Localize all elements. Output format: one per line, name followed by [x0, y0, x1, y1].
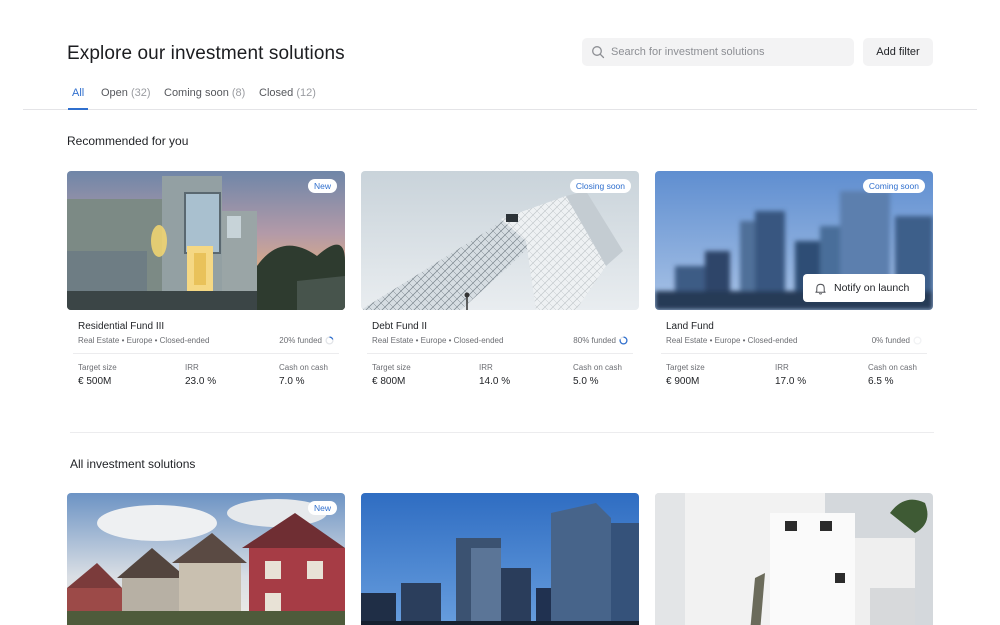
funded-text: 20% funded	[279, 336, 322, 345]
metric-label: Cash on cash	[868, 363, 917, 372]
tab-label: Coming soon	[164, 87, 229, 99]
metric-label: Target size	[666, 363, 705, 372]
page-title: Explore our investment solutions	[67, 43, 345, 64]
tab-all[interactable]: All	[67, 87, 89, 110]
section-divider	[70, 432, 934, 433]
fund-image	[655, 493, 933, 625]
notify-label: Notify on launch	[834, 282, 910, 294]
tab-label: Open	[101, 87, 128, 99]
status-badge: New	[307, 179, 337, 193]
funded-text: 80% funded	[573, 336, 616, 345]
tab-count: (12)	[296, 87, 316, 99]
funded-text: 0% funded	[871, 336, 910, 345]
fund-name: Residential Fund III	[78, 321, 165, 332]
fund-image: New	[67, 493, 345, 625]
fund-image: Closing soon	[361, 171, 639, 310]
metric-value: € 800M	[372, 376, 406, 387]
divider	[367, 353, 633, 354]
fund-card[interactable]: Closing soon Debt Fund II Real Estate • …	[361, 171, 639, 400]
bell-icon	[815, 283, 826, 295]
metric-target-size: Target size € 800M	[372, 363, 411, 387]
progress-ring-icon	[325, 336, 334, 345]
fund-name: Land Fund	[666, 321, 714, 332]
progress-ring-icon	[913, 336, 922, 345]
tab-closed[interactable]: Closed (12)	[259, 87, 316, 110]
status-badge: Closing soon	[569, 179, 631, 193]
fund-name: Debt Fund II	[372, 321, 428, 332]
search-bar[interactable]	[582, 38, 854, 66]
search-icon	[592, 46, 605, 59]
section-title-all: All investment solutions	[70, 457, 196, 471]
metric-cash-on-cash: Cash on cash 5.0 %	[573, 363, 622, 387]
metric-value: 6.5 %	[868, 376, 894, 387]
divider	[661, 353, 927, 354]
divider	[73, 353, 339, 354]
metric-label: Cash on cash	[279, 363, 328, 372]
tab-count: (8)	[231, 87, 246, 99]
metric-label: Target size	[78, 363, 117, 372]
fund-meta: Real Estate • Europe • Closed-ended	[78, 336, 210, 345]
metric-cash-on-cash: Cash on cash 7.0 %	[279, 363, 328, 387]
metric-value: 5.0 %	[573, 376, 599, 387]
tab-bar: All Open (32) Coming soon (8) Closed (12…	[23, 86, 977, 110]
tab-label: Closed	[259, 87, 294, 99]
notify-on-launch-button[interactable]: Notify on launch	[803, 274, 925, 302]
add-filter-button[interactable]: Add filter	[863, 38, 933, 66]
funded-status: 20% funded	[279, 336, 334, 345]
status-badge: New	[307, 501, 337, 515]
metric-label: Target size	[372, 363, 411, 372]
section-title-recommended: Recommended for you	[67, 134, 189, 148]
fund-image: Coming soon Notify on launch	[655, 171, 933, 310]
search-input[interactable]	[611, 46, 831, 58]
fund-image: New	[67, 171, 345, 310]
fund-image	[361, 493, 639, 625]
metric-label: Cash on cash	[573, 363, 622, 372]
fund-card[interactable]	[361, 493, 639, 625]
funded-status: 80% funded	[573, 336, 628, 345]
fund-card[interactable]	[655, 493, 933, 625]
metric-irr: IRR 17.0 %	[775, 363, 806, 387]
metric-target-size: Target size € 900M	[666, 363, 705, 387]
fund-card[interactable]: New	[67, 493, 345, 625]
fund-meta: Real Estate • Europe • Closed-ended	[666, 336, 798, 345]
tab-count: (32)	[130, 87, 151, 99]
progress-ring-icon	[619, 336, 628, 345]
metric-target-size: Target size € 500M	[78, 363, 117, 387]
metric-label: IRR	[479, 363, 493, 372]
metric-value: € 500M	[78, 376, 112, 387]
fund-meta: Real Estate • Europe • Closed-ended	[372, 336, 504, 345]
metric-cash-on-cash: Cash on cash 6.5 %	[868, 363, 917, 387]
tab-open[interactable]: Open (32)	[101, 87, 151, 110]
metric-value: 7.0 %	[279, 376, 305, 387]
metric-value: 17.0 %	[775, 376, 807, 387]
metric-value: € 900M	[666, 376, 700, 387]
metric-value: 14.0 %	[479, 376, 511, 387]
fund-card[interactable]: Coming soon Notify on launch Land Fund R…	[655, 171, 933, 400]
funded-status: 0% funded	[872, 336, 922, 345]
tab-coming-soon[interactable]: Coming soon (8)	[164, 87, 245, 110]
metric-label: IRR	[775, 363, 789, 372]
tab-label: All	[72, 87, 85, 99]
metric-value: 23.0 %	[185, 376, 217, 387]
status-badge: Coming soon	[862, 179, 925, 193]
fund-card[interactable]: New Residential Fund III Real Estate • E…	[67, 171, 345, 400]
metric-irr: IRR 14.0 %	[479, 363, 510, 387]
metric-label: IRR	[185, 363, 199, 372]
metric-irr: IRR 23.0 %	[185, 363, 216, 387]
